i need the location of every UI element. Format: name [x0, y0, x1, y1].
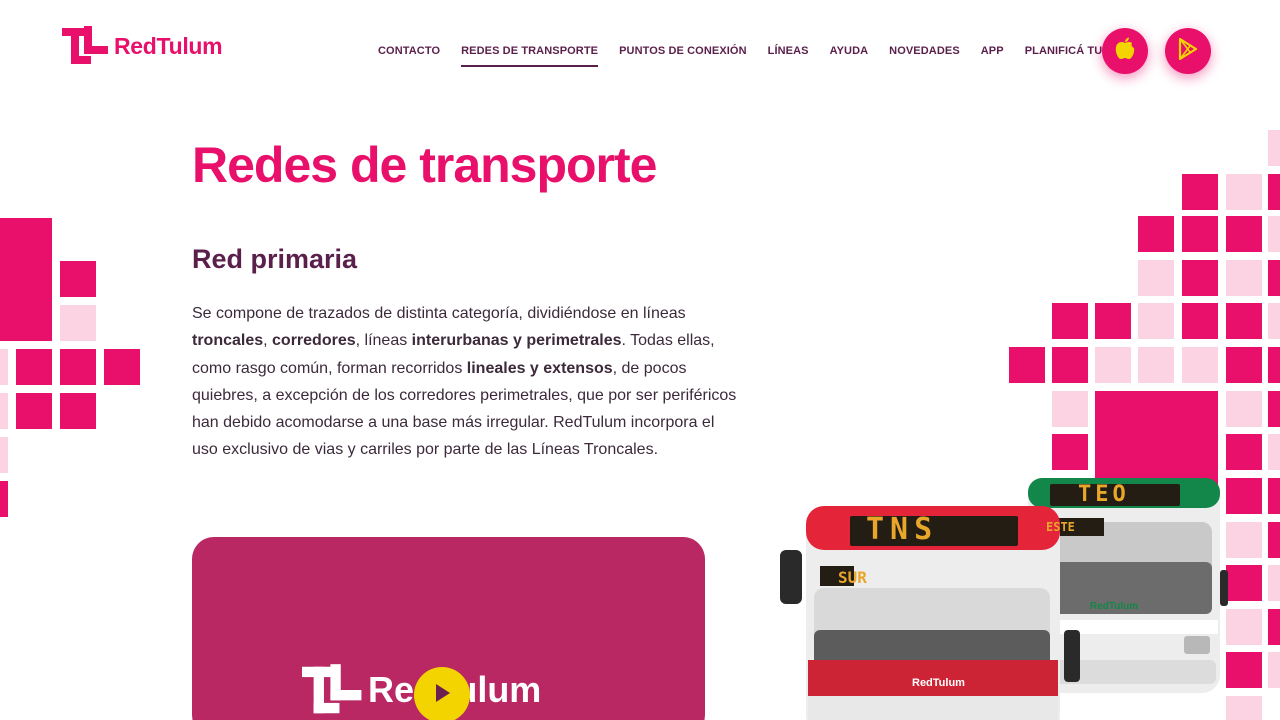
front-bus-direction-sign: SUR — [838, 568, 867, 587]
nav-item-puntos-de-conexion[interactable]: PUNTOS DE CONEXIÓN — [619, 45, 747, 57]
back-bus-direction-sign: ESTE — [1046, 520, 1075, 534]
google-play-button[interactable] — [1165, 28, 1211, 74]
section-paragraph: Se compone de trazados de distinta categ… — [192, 300, 740, 464]
play-icon — [431, 682, 453, 709]
paragraph-bold-text: lineales y extensos — [466, 359, 613, 377]
nav-item-app[interactable]: APP — [981, 45, 1004, 57]
page-title: Redes de transporte — [192, 137, 657, 193]
app-store-button[interactable] — [1102, 28, 1148, 74]
nav-item-ayuda[interactable]: AYUDA — [830, 45, 869, 57]
buses-illustration: TNS SUR TEO ESTE RedTulum RedTulum — [770, 470, 1240, 720]
front-bus-route-sign: TNS — [866, 512, 939, 547]
section-title: Red primaria — [192, 244, 358, 274]
paragraph-text: , — [263, 332, 273, 350]
logo-text: RedTulum — [114, 32, 223, 59]
nav-item-contacto[interactable]: CONTACTO — [378, 45, 440, 57]
play-button[interactable] — [414, 667, 470, 720]
video-player[interactable]: RedTulum — [192, 537, 705, 720]
nav-item-novedades[interactable]: NOVEDADES — [889, 45, 960, 57]
nav-item-redes-de-transporte[interactable]: REDES DE TRANSPORTE — [461, 45, 599, 67]
redtulum-logo-icon — [302, 664, 362, 714]
site-logo[interactable]: RedTulum — [62, 26, 223, 66]
paragraph-text: , líneas — [355, 332, 412, 350]
nav-item-lineas[interactable]: LÍNEAS — [768, 45, 809, 57]
paragraph-bold-text: corredores — [272, 332, 356, 350]
back-bus-brand: RedTulum — [1090, 601, 1139, 612]
redtulum-logo-icon — [62, 26, 110, 66]
front-bus-brand: RedTulum — [912, 677, 965, 689]
paragraph-text: Se compone de trazados de distinta categ… — [192, 305, 686, 322]
bus-graphic — [780, 478, 1228, 720]
paragraph-bold-text: troncales — [192, 332, 264, 350]
google-play-icon — [1178, 37, 1198, 65]
paragraph-bold-text: interurbanas y perimetrales — [411, 332, 622, 350]
main-nav: CONTACTO REDES DE TRANSPORTE PUNTOS DE C… — [378, 45, 1159, 67]
back-bus-route-sign: TEO — [1078, 482, 1130, 507]
apple-icon — [1114, 37, 1136, 66]
